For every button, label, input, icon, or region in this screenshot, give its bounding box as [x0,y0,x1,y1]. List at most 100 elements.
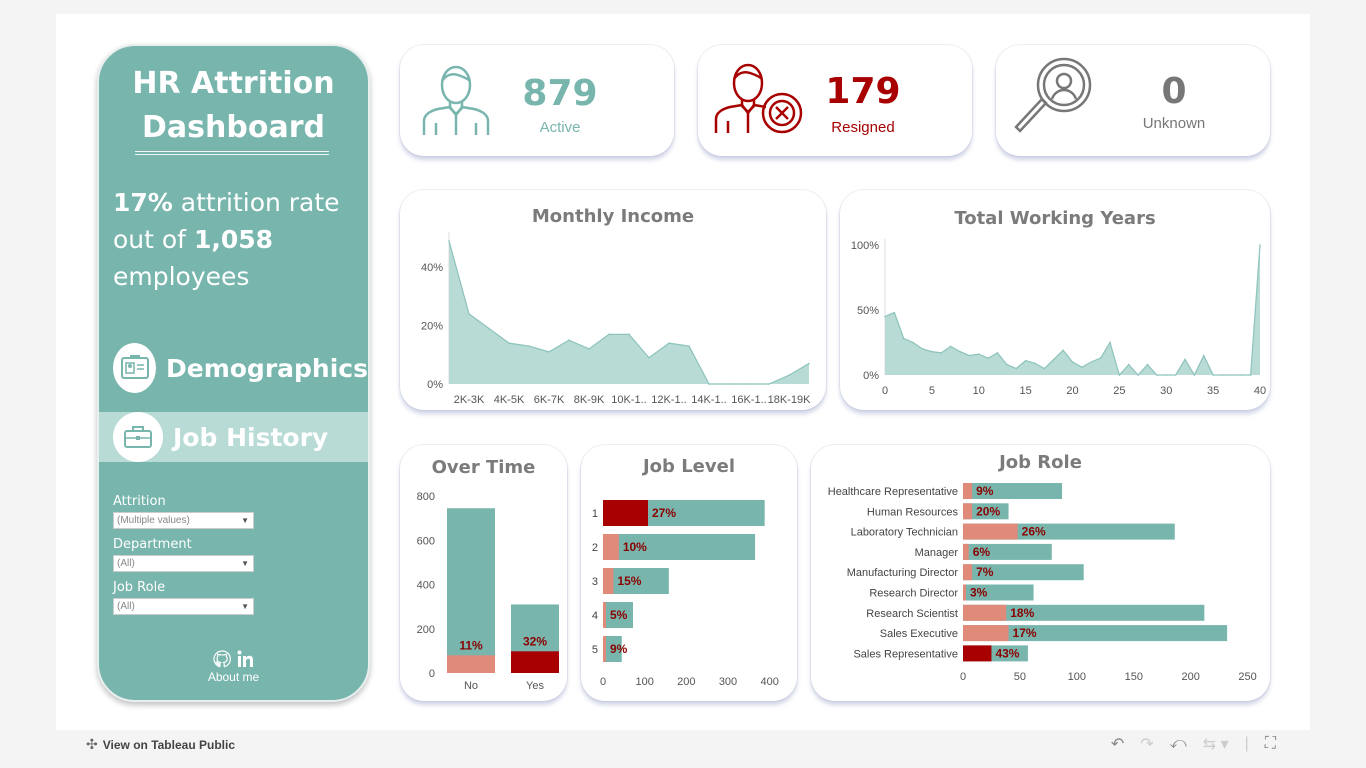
x-tick-label: 20 [1066,385,1078,397]
data-point [1259,244,1261,246]
bar-attrition [603,568,614,594]
filter-job-role-dropdown[interactable]: (All) ▼ [113,598,254,615]
job-level-card: Job Level 1 27% 2 10% 3 15% 4 5% 5 9% 0 100 200 300 40… [581,445,797,701]
filter-attrition-dropdown[interactable]: (Multiple values) ▼ [113,512,254,529]
data-point [768,383,770,385]
data-point [949,345,952,348]
filter-department-dropdown[interactable]: (All) ▼ [113,555,254,572]
x-tick-label: 4K-5K [494,394,525,406]
kpi-unknown-value: 0 [1161,71,1187,112]
data-point [608,333,610,336]
bar-attrition [603,602,606,628]
data-point [1249,374,1252,376]
x-tick-label: 25 [1113,385,1125,397]
data-point [1127,363,1130,366]
toolbar-divider: | [1244,735,1249,752]
kpi-card-resigned: 179 Resigned [698,45,972,156]
linkedin-icon[interactable] [237,650,255,668]
filter-department-value: (All) [117,558,135,569]
x-tick-label: 30 [1160,385,1172,397]
refresh-icon[interactable]: ⇆ ▾ [1203,734,1229,754]
data-point [1099,357,1102,359]
y-tick-label: 600 [417,535,435,547]
out-of-text: out of [113,225,186,254]
x-tick-label: 150 [1125,671,1143,683]
data-point [1240,374,1243,376]
data-point [996,352,999,354]
data-label: 3% [970,586,988,600]
data-point [1024,359,1027,362]
dropdown-arrow-icon: ▼ [241,602,249,611]
data-point [1165,374,1168,376]
data-point [1118,374,1121,376]
bar-attrition [963,584,966,601]
data-point [959,350,961,353]
fullscreen-icon[interactable]: ⛶ [1265,735,1276,753]
y-tick-label: 800 [417,491,435,503]
revert-icon[interactable]: ⤺ [1170,735,1187,753]
y-tick-label: 0% [863,370,879,382]
y-tick-label: 20% [421,321,443,333]
x-tick-label: 8K-9K [574,394,605,406]
y-tick-label: Laboratory Technician [851,527,958,539]
x-tick-label: 200 [677,676,695,688]
y-tick-label: Research Scientist [866,608,958,620]
github-icon[interactable] [212,650,231,668]
data-point [1146,363,1149,366]
data-point [708,383,710,385]
employee-icon [422,65,490,135]
data-label: 6% [973,545,991,559]
y-tick-label: 2 [592,542,598,554]
view-on-tableau-link[interactable]: ✣ View on Tableau Public [86,736,235,753]
filter-department-label: Department [113,537,192,552]
bar-attrition [963,645,992,662]
data-point [977,353,980,355]
about-me-link[interactable]: About me [99,650,368,684]
x-tick-label: 100 [635,676,653,688]
redo-icon[interactable]: ↷ [1140,734,1153,754]
x-tick-label: 6K-7K [534,394,565,406]
data-point [1137,374,1139,376]
employees-text: employees [113,262,250,291]
y-tick-label: 400 [417,580,435,592]
data-point [968,354,971,357]
y-tick-label: Healthcare Representative [828,486,958,498]
bar-attrition [963,625,1009,642]
data-point [902,337,905,340]
y-tick-label: Manager [915,547,959,559]
data-point [568,339,570,341]
data-point [1034,362,1036,365]
data-label: 10% [623,540,647,554]
data-label: 9% [976,484,994,498]
data-point [668,342,670,344]
data-point [1156,374,1158,376]
data-label: 7% [976,565,994,579]
data-label: 20% [976,504,1000,518]
tableau-logo-icon: ✣ [86,736,98,752]
x-tick-label: 300 [719,676,737,688]
kpi-active-label: Active [539,119,581,136]
briefcase-icon [113,412,163,462]
data-point [1062,349,1064,352]
employee-resigned-icon [714,63,803,134]
nav-demographics[interactable]: Demographics [99,343,368,393]
x-tick-label: 100 [1068,671,1086,683]
kpi-active-value: 879 [522,73,598,114]
nav-demographics-label: Demographics [166,353,368,383]
bar-attrition [963,543,969,560]
undo-icon[interactable]: ↶ [1111,734,1124,754]
y-tick-label: 100% [851,240,879,252]
data-point [1015,367,1018,370]
bar-attrition [603,636,606,662]
x-tick-label: No [464,680,478,692]
data-point [1090,361,1093,363]
nav-job-history[interactable]: Job History [99,412,368,462]
data-point [1081,366,1083,368]
x-tick-label: 50 [1014,671,1026,683]
data-point [508,342,510,344]
data-label: 17% [1013,626,1037,640]
y-tick-label: Manufacturing Director [847,567,959,579]
x-tick-label: 400 [760,676,778,688]
total-working-years-chart: 0% 50% 100% 0 5 10 15 20 25 30 35 40 [851,239,1266,397]
y-tick-label: 0 [429,668,435,680]
